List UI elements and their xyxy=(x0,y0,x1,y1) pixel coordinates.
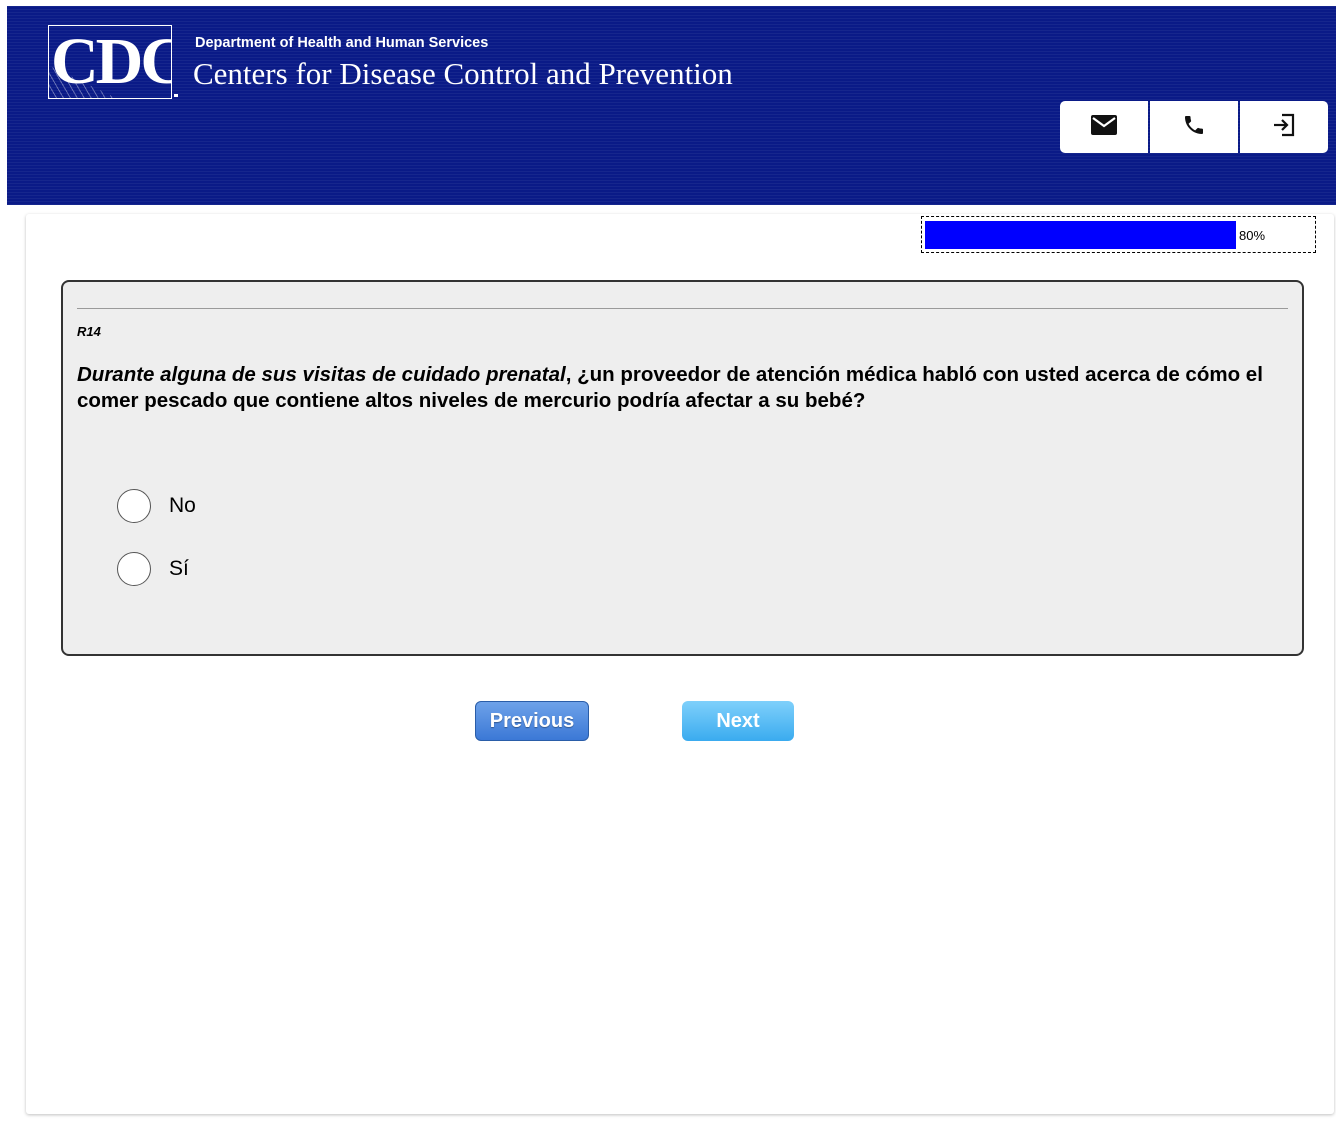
header-banner: CDC Department of Health and Human Servi… xyxy=(7,6,1336,205)
progress-fill xyxy=(925,221,1236,249)
option-no[interactable]: No xyxy=(117,487,196,525)
radio-si[interactable] xyxy=(117,552,151,586)
question-panel: R14 Durante alguna de sus visitas de cui… xyxy=(61,280,1304,656)
question-text: Durante alguna de sus visitas de cuidado… xyxy=(77,362,1287,414)
survey-page: CDC Department of Health and Human Servi… xyxy=(0,0,1336,1132)
phone-icon xyxy=(1182,113,1206,142)
mail-icon xyxy=(1091,114,1117,140)
phone-button[interactable] xyxy=(1150,101,1238,153)
previous-button[interactable]: Previous xyxy=(475,701,589,741)
question-text-emphasis: Durante alguna de sus visitas de cuidado… xyxy=(77,363,566,386)
option-label-si: Sí xyxy=(169,557,189,580)
header-icon-group xyxy=(1060,101,1328,153)
progress-bar: 80% xyxy=(921,216,1316,253)
exit-icon xyxy=(1271,112,1297,143)
email-button[interactable] xyxy=(1060,101,1148,153)
question-id: R14 xyxy=(77,324,101,339)
logo-text: CDC xyxy=(51,25,172,98)
radio-no[interactable] xyxy=(117,489,151,523)
agency-name: Centers for Disease Control and Preventi… xyxy=(193,56,733,91)
department-name: Department of Health and Human Services xyxy=(195,35,489,51)
next-button[interactable]: Next xyxy=(682,701,794,741)
divider xyxy=(77,308,1288,309)
cdc-logo: CDC xyxy=(48,25,172,99)
progress-label: 80% xyxy=(1239,228,1266,243)
exit-button[interactable] xyxy=(1240,101,1328,153)
logo-trademark-mark xyxy=(174,94,178,97)
option-si[interactable]: Sí xyxy=(117,550,189,588)
option-label-no: No xyxy=(169,494,196,517)
